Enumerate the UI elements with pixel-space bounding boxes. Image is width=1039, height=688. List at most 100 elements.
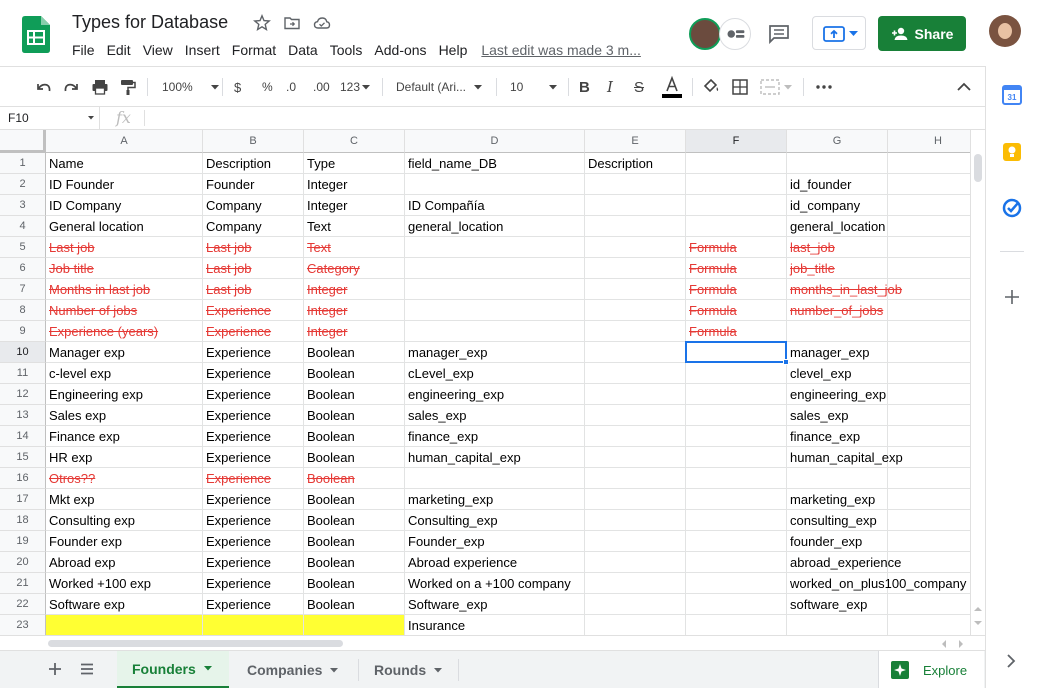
row-header[interactable]: 16	[0, 468, 46, 489]
cell-c4[interactable]: Text	[304, 216, 405, 237]
cell-h11[interactable]	[888, 363, 970, 384]
cell-d4[interactable]: general_location	[405, 216, 585, 237]
cell-e9[interactable]	[585, 321, 686, 342]
row-header[interactable]: 3	[0, 195, 46, 216]
cell-h10[interactable]	[888, 342, 970, 363]
tasks-icon[interactable]	[1002, 198, 1022, 218]
cell-b13[interactable]: Experience	[203, 405, 304, 426]
cell-d12[interactable]: engineering_exp	[405, 384, 585, 405]
strikethrough-icon[interactable]: S	[634, 67, 644, 107]
cell-h20[interactable]	[888, 552, 970, 573]
cell-g5[interactable]: last_job	[787, 237, 888, 258]
cell-d19[interactable]: Founder_exp	[405, 531, 585, 552]
zoom-select[interactable]: 100%	[162, 67, 219, 107]
cell-g23[interactable]	[787, 615, 888, 635]
row-header[interactable]: 13	[0, 405, 46, 426]
cell-g4[interactable]: general_location	[787, 216, 888, 237]
cell-e16[interactable]	[585, 468, 686, 489]
cell-b8[interactable]: Experience	[203, 300, 304, 321]
chevron-down-icon[interactable]	[330, 667, 339, 673]
cell-c17[interactable]: Boolean	[304, 489, 405, 510]
cell-b12[interactable]: Experience	[203, 384, 304, 405]
cell-e11[interactable]	[585, 363, 686, 384]
cell-b3[interactable]: Company	[203, 195, 304, 216]
redo-icon[interactable]	[63, 67, 81, 107]
cell-e22[interactable]	[585, 594, 686, 615]
share-button[interactable]: Share	[878, 16, 966, 51]
format-currency-button[interactable]: $	[234, 67, 241, 107]
cell-b11[interactable]: Experience	[203, 363, 304, 384]
cell-g6[interactable]: job_title	[787, 258, 888, 279]
cell-e1[interactable]: Description	[585, 153, 686, 174]
vertical-scrollbar[interactable]	[970, 130, 985, 635]
cell-d16[interactable]	[405, 468, 585, 489]
cell-d22[interactable]: Software_exp	[405, 594, 585, 615]
cell-a11[interactable]: c-level exp	[46, 363, 203, 384]
cell-f14[interactable]	[686, 426, 787, 447]
cell-b10[interactable]: Experience	[203, 342, 304, 363]
cell-b2[interactable]: Founder	[203, 174, 304, 195]
cell-f4[interactable]	[686, 216, 787, 237]
cell-g7[interactable]: months_in_last_job	[787, 279, 902, 300]
row-header[interactable]: 19	[0, 531, 46, 552]
print-icon[interactable]	[91, 67, 109, 107]
cell-a23[interactable]	[46, 615, 203, 635]
cell-f16[interactable]	[686, 468, 787, 489]
paint-format-icon[interactable]	[119, 67, 137, 107]
cell-c7[interactable]: Integer	[304, 279, 405, 300]
account-avatar[interactable]	[989, 15, 1021, 47]
cell-g9[interactable]	[787, 321, 888, 342]
cell-c3[interactable]: Integer	[304, 195, 405, 216]
cell-a18[interactable]: Consulting exp	[46, 510, 203, 531]
cell-c18[interactable]: Boolean	[304, 510, 405, 531]
cell-d7[interactable]	[405, 279, 585, 300]
column-header-h[interactable]: H	[888, 130, 970, 153]
row-header[interactable]: 22	[0, 594, 46, 615]
undo-icon[interactable]	[34, 67, 52, 107]
cell-a13[interactable]: Sales exp	[46, 405, 203, 426]
cell-c10[interactable]: Boolean	[304, 342, 405, 363]
scroll-up-icon[interactable]	[974, 606, 982, 612]
cell-c21[interactable]: Boolean	[304, 573, 405, 594]
cell-a9[interactable]: Experience (years)	[46, 321, 203, 342]
cell-d23[interactable]: Insurance	[405, 615, 585, 635]
cell-f19[interactable]	[686, 531, 787, 552]
cell-e13[interactable]	[585, 405, 686, 426]
italic-icon[interactable]: I	[607, 67, 613, 107]
cell-d15[interactable]: human_capital_exp	[405, 447, 585, 468]
cell-b18[interactable]: Experience	[203, 510, 304, 531]
cell-h14[interactable]	[888, 426, 970, 447]
cell-a19[interactable]: Founder exp	[46, 531, 203, 552]
cell-f12[interactable]	[686, 384, 787, 405]
cell-e18[interactable]	[585, 510, 686, 531]
cell-b22[interactable]: Experience	[203, 594, 304, 615]
row-header[interactable]: 10	[0, 342, 46, 363]
more-icon[interactable]	[816, 67, 832, 107]
cell-h9[interactable]	[888, 321, 970, 342]
cell-f18[interactable]	[686, 510, 787, 531]
calendar-icon[interactable]: 31	[1002, 85, 1022, 105]
cell-d18[interactable]: Consulting_exp	[405, 510, 585, 531]
move-to-folder-icon[interactable]	[283, 14, 301, 32]
cell-f1[interactable]	[686, 153, 787, 174]
cell-g18[interactable]: consulting_exp	[787, 510, 888, 531]
cell-d5[interactable]	[405, 237, 585, 258]
row-header[interactable]: 1	[0, 153, 46, 174]
cell-b7[interactable]: Last job	[203, 279, 304, 300]
cell-d10[interactable]: manager_exp	[405, 342, 585, 363]
cell-b6[interactable]: Last job	[203, 258, 304, 279]
add-icon[interactable]	[1004, 289, 1020, 305]
cell-h15[interactable]	[888, 447, 970, 468]
format-percent-button[interactable]: %	[262, 67, 273, 107]
cell-c22[interactable]: Boolean	[304, 594, 405, 615]
cell-g11[interactable]: clevel_exp	[787, 363, 888, 384]
cell-h1[interactable]	[888, 153, 970, 174]
cell-e17[interactable]	[585, 489, 686, 510]
row-header[interactable]: 17	[0, 489, 46, 510]
explore-button[interactable]: Explore	[878, 651, 984, 688]
menu-format[interactable]: Format	[232, 42, 276, 58]
cell-c2[interactable]: Integer	[304, 174, 405, 195]
font-size-select[interactable]: 10	[510, 67, 558, 107]
cell-b4[interactable]: Company	[203, 216, 304, 237]
cell-e14[interactable]	[585, 426, 686, 447]
